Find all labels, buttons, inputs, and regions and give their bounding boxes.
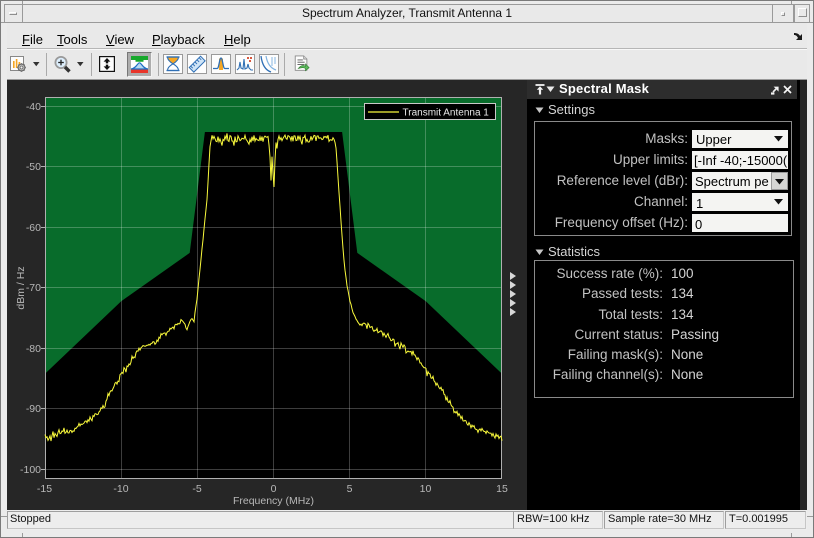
svg-text:15: 15 (496, 483, 508, 495)
svg-text:-40: -40 (26, 101, 41, 113)
svg-text:-80: -80 (26, 343, 41, 355)
svg-text:-100: -100 (20, 464, 41, 476)
svg-text:-70: -70 (26, 282, 41, 294)
svg-text:5: 5 (347, 483, 353, 495)
svg-text:-50: -50 (26, 161, 41, 173)
svg-text:Frequency (MHz): Frequency (MHz) (233, 495, 314, 507)
svg-text:-10: -10 (113, 483, 128, 495)
svg-text:-90: -90 (26, 403, 41, 415)
svg-text:0: 0 (271, 483, 277, 495)
svg-text:-60: -60 (26, 222, 41, 234)
svg-text:-5: -5 (192, 483, 201, 495)
svg-text:Transmit Antenna 1: Transmit Antenna 1 (403, 108, 490, 119)
svg-text:10: 10 (420, 483, 432, 495)
svg-text:-15: -15 (37, 483, 52, 495)
svg-text:dBm / Hz: dBm / Hz (15, 266, 27, 309)
